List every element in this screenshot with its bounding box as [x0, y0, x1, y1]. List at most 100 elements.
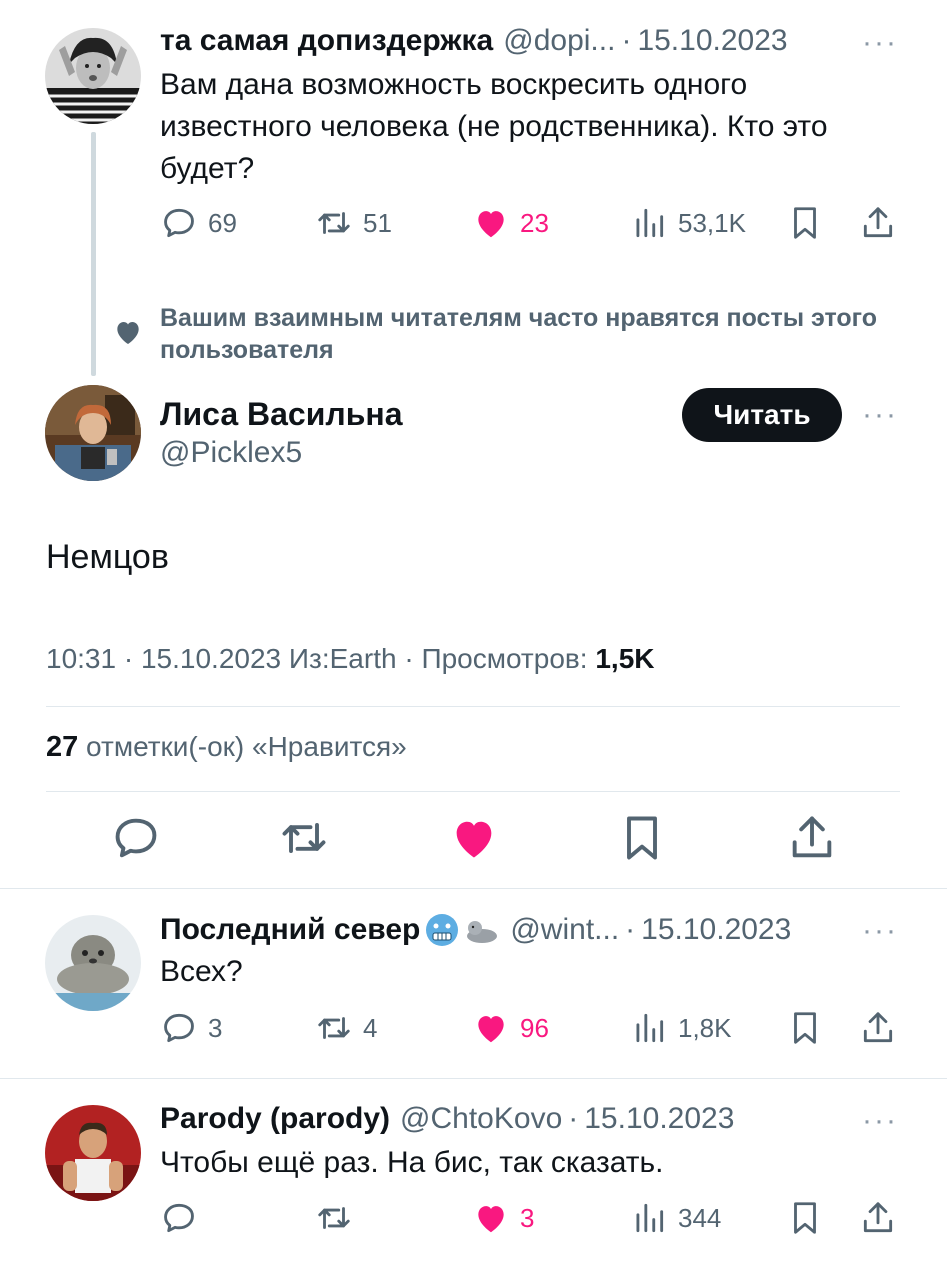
share-icon [863, 207, 893, 238]
reply-2-header: Parody (parody) @ChtoKovo · 15.10.2023 [160, 1102, 734, 1136]
retweet-icon [318, 1207, 350, 1229]
divider [46, 791, 900, 792]
tweet-source: Из:Earth [288, 643, 397, 674]
main-like-button[interactable] [448, 812, 500, 864]
reply-2-action-bar: 3 344 [160, 1196, 900, 1240]
reply-icon [115, 818, 157, 858]
parent-action-bar: 69 51 23 53,1K [160, 201, 900, 245]
reply-icon [164, 1013, 194, 1043]
tweet-time[interactable]: 10:31 [46, 643, 116, 674]
cold-face-emoji [426, 914, 459, 946]
main-action-bar [46, 812, 900, 868]
reply-2-author-handle[interactable]: @ChtoKovo [400, 1102, 562, 1136]
main-author-name[interactable]: Лиса Васильна [160, 396, 403, 433]
heart-icon [478, 1016, 504, 1043]
retweet-icon [318, 212, 350, 234]
parent-tweet-header: та самая допиздержка @dopi... · 15.10.20… [160, 24, 788, 58]
reply-2-author-name[interactable]: Parody (parody) [160, 1102, 390, 1136]
main-author-handle[interactable]: @Picklex5 [160, 436, 302, 470]
parent-more-button[interactable]: ··· [862, 26, 898, 60]
like-button[interactable]: 3 [472, 1196, 534, 1240]
separator-dot: · [621, 24, 632, 57]
bookmark-button[interactable] [786, 201, 824, 245]
reply-1-author-name[interactable]: Последний север [160, 913, 420, 947]
reply-1-date[interactable]: 15.10.2023 [641, 913, 791, 947]
views-button[interactable]: 53,1K [630, 201, 746, 245]
reply-1-action-bar: 3 4 96 1,8K [160, 1006, 900, 1050]
like-button[interactable]: 96 [472, 1006, 549, 1050]
retweet-icon [318, 1017, 350, 1039]
avatar-reply-2[interactable] [45, 1105, 141, 1201]
views-label: Просмотров: [421, 643, 588, 674]
main-bookmark-button[interactable] [616, 812, 668, 864]
reply-button[interactable]: 69 [160, 201, 237, 245]
bookmark-button[interactable] [786, 1006, 824, 1050]
views-icon [636, 1013, 664, 1043]
reply-2-more-button[interactable]: ··· [862, 1104, 898, 1138]
share-icon [863, 1202, 893, 1233]
views-icon [636, 1203, 664, 1233]
parent-tweet-text: Вам дана возможность воскресить одного и… [160, 68, 828, 185]
views-button[interactable]: 344 [630, 1196, 721, 1240]
likes-summary-label: отметки(-ок) «Нравится» [86, 731, 407, 762]
share-button[interactable] [859, 201, 897, 245]
parent-tweet-date[interactable]: 15.10.2023 [637, 24, 787, 58]
retweet-count: 4 [363, 1012, 378, 1043]
retweet-button[interactable] [315, 1196, 363, 1240]
bookmark-button[interactable] [786, 1196, 824, 1240]
main-tweet-text: Немцов [46, 538, 169, 576]
like-count: 96 [520, 1012, 549, 1043]
reply-1-more-button[interactable]: ··· [862, 914, 898, 948]
main-share-button[interactable] [786, 812, 838, 864]
avatar-parent[interactable] [45, 28, 141, 124]
like-button[interactable]: 23 [472, 201, 549, 245]
share-button[interactable] [859, 1196, 897, 1240]
share-icon [863, 1012, 893, 1043]
reply-count: 69 [208, 207, 237, 238]
reply-icon [164, 1203, 194, 1233]
main-more-button[interactable]: ··· [862, 398, 898, 432]
avatar-reply-1[interactable] [45, 915, 141, 1011]
share-button[interactable] [859, 1006, 897, 1050]
main-retweet-button[interactable] [278, 812, 330, 864]
reply-1-text: Всех? [160, 955, 243, 988]
avatar-main[interactable] [45, 385, 141, 481]
reply-1-header: Последний север @wint... · 15.10.2023 [160, 912, 791, 948]
reply-2-text: Чтобы ещё раз. На бис, так сказать. [160, 1146, 664, 1179]
retweet-count: 51 [363, 207, 392, 238]
share-icon [792, 816, 832, 858]
divider [46, 706, 900, 707]
parent-author-handle[interactable]: @dopi... [503, 24, 615, 58]
reply-1-author-handle[interactable]: @wint... [510, 913, 619, 947]
reply-button[interactable]: 3 [160, 1006, 222, 1050]
bookmark-icon [794, 1012, 816, 1044]
heart-icon [478, 1206, 504, 1233]
heart-icon [456, 821, 492, 858]
seal-emoji [467, 921, 498, 943]
bookmark-icon [794, 207, 816, 239]
like-count: 3 [520, 1202, 535, 1233]
thread-connector-line [91, 132, 96, 376]
reply-2-date[interactable]: 15.10.2023 [584, 1102, 734, 1136]
views-button[interactable]: 1,8K [630, 1006, 732, 1050]
views-icon [636, 208, 664, 238]
bookmark-icon [794, 1202, 816, 1234]
follow-button[interactable]: Читать [682, 388, 842, 442]
heart-icon [117, 322, 139, 344]
tweet-date[interactable]: 15.10.2023 [141, 643, 281, 674]
main-tweet-meta: 10:31 · 15.10.2023 Из:Earth · Просмотров… [46, 643, 655, 674]
views-count: 344 [678, 1202, 722, 1233]
retweet-button[interactable]: 4 [315, 1006, 377, 1050]
reply-button[interactable] [160, 1196, 208, 1240]
social-context: Вашим взаимным читателям часто нравятся … [112, 302, 900, 366]
bookmark-icon [627, 816, 657, 860]
views-count: 53,1K [678, 207, 746, 238]
views-count: 1,8K [678, 1012, 732, 1043]
reply-icon [164, 208, 194, 238]
retweet-button[interactable]: 51 [315, 201, 392, 245]
main-reply-button[interactable] [110, 812, 162, 864]
views-count-main: 1,5K [595, 643, 655, 674]
likes-summary[interactable]: 27 отметки(-ок) «Нравится» [46, 731, 407, 764]
parent-author-name[interactable]: та самая допиздержка [160, 24, 493, 58]
like-count: 23 [520, 207, 549, 238]
